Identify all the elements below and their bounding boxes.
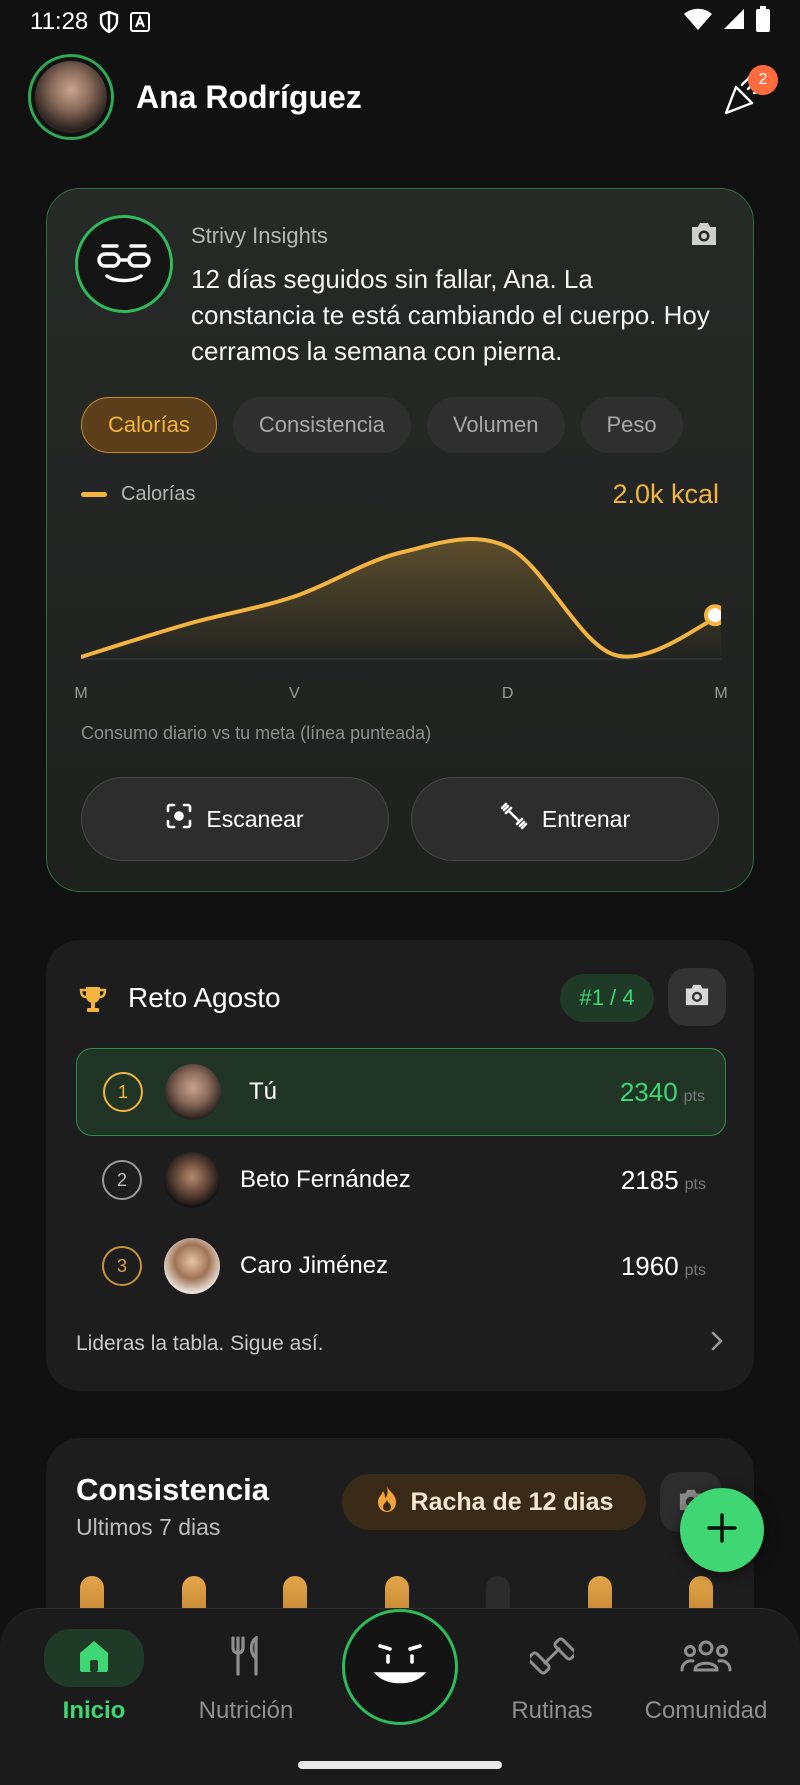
x-tick-label: V (288, 685, 300, 702)
challenge-card: Reto Agosto #1 / 4 1 Tú 2340 pts 2 Beto … (46, 940, 754, 1391)
nav-label: Nutrición (198, 1697, 294, 1724)
nav-item-inicio[interactable]: Inicio (24, 1629, 164, 1725)
x-tick-label: M (714, 685, 728, 702)
calories-value: 2.0k kcal (612, 479, 719, 509)
nav-icon-container (502, 1629, 602, 1687)
camera-icon[interactable] (689, 221, 719, 252)
insights-card: Strivy Insights 12 días seguidos sin fal… (46, 188, 754, 892)
rank-number: 3 (102, 1246, 142, 1286)
insight-source: Strivy Insights (191, 223, 328, 248)
points-unit: pts (683, 1087, 705, 1105)
nav-item-comunidad[interactable]: Comunidad (636, 1629, 776, 1725)
status-time: 11:28 (30, 8, 89, 35)
tab-calorias[interactable]: Calorías (81, 397, 217, 453)
chart-caption: Consumo diario vs tu meta (línea puntead… (81, 723, 432, 743)
avatar (165, 1064, 221, 1120)
leaderboard-message: Lideras la tabla. Sigue así. (76, 1332, 324, 1355)
x-tick-label: D (501, 685, 514, 702)
avatar (164, 1152, 220, 1208)
player-points: 1960 pts (621, 1251, 706, 1282)
add-button[interactable] (680, 1488, 764, 1572)
player-name: Caro Jiménez (240, 1252, 389, 1279)
chart-x-axis: MVDM (74, 685, 727, 709)
leaderboard-footer[interactable]: Lideras la tabla. Sigue así. (76, 1330, 724, 1358)
shield-icon (98, 10, 120, 34)
chart-area (81, 539, 721, 659)
consistency-title: Consistencia (76, 1472, 269, 1507)
robot-face-icon (93, 240, 155, 289)
streak-label: Racha de 12 dias (410, 1487, 614, 1516)
player-name: Beto Fernández (240, 1166, 411, 1193)
leaderboard-row-me[interactable]: 1 Tú 2340 pts (76, 1048, 726, 1136)
metric-tabs: Calorías Consistencia Volumen Peso (81, 397, 683, 453)
wifi-icon (684, 8, 712, 37)
nav-icon-container (44, 1629, 144, 1687)
font-icon (130, 12, 151, 32)
fork-knife-icon (228, 1634, 264, 1681)
celebrations-button[interactable]: 2 (716, 65, 778, 125)
streak-badge: Racha de 12 dias (342, 1474, 646, 1530)
scan-button[interactable]: Escanear (81, 777, 389, 861)
x-tick-label: M (74, 685, 88, 702)
tab-peso[interactable]: Peso (580, 397, 683, 453)
points-unit: pts (684, 1261, 706, 1279)
notification-badge: 2 (748, 65, 778, 95)
rank-badge: #1 / 4 (560, 974, 654, 1022)
nav-item-rutinas[interactable]: Rutinas (482, 1629, 622, 1725)
player-points: 2340 pts (620, 1077, 705, 1108)
scan-label: Escanear (206, 805, 304, 832)
points-value: 2340 (619, 1076, 678, 1107)
chevron-right-icon (710, 1330, 724, 1358)
nav-label: Rutinas (511, 1697, 593, 1724)
points-value: 2185 (620, 1164, 679, 1195)
leaderboard-row[interactable]: 3 Caro Jiménez 1960 pts (76, 1222, 726, 1310)
legend-label: Calorías (121, 483, 196, 505)
tab-volumen[interactable]: Volumen (426, 397, 565, 453)
player-points: 2185 pts (621, 1165, 706, 1196)
train-button[interactable]: Entrenar (411, 777, 719, 861)
calories-chart (81, 537, 721, 660)
challenge-title: Reto Agosto (128, 982, 281, 1013)
legend-swatch (81, 492, 107, 497)
status-bar: 11:28 (0, 0, 800, 44)
chart-legend: Calorías (81, 483, 195, 506)
flame-icon (375, 1485, 399, 1520)
points-value: 1960 (620, 1250, 679, 1281)
tab-consistencia[interactable]: Consistencia (232, 397, 411, 453)
rank-number: 1 (103, 1072, 143, 1112)
train-label: Entrenar (541, 805, 631, 832)
nav-item-nutricion[interactable]: Nutrición (176, 1629, 316, 1725)
battery-icon (756, 5, 770, 39)
nav-label: Inicio (62, 1697, 126, 1724)
rank-number: 2 (102, 1160, 142, 1200)
signal-icon (722, 7, 746, 38)
points-unit: pts (684, 1175, 706, 1193)
leaderboard-row[interactable]: 2 Beto Fernández 2185 pts (76, 1136, 726, 1224)
home-indicator[interactable] (298, 1761, 502, 1769)
user-name: Ana Rodríguez (136, 78, 362, 115)
plus-icon (706, 1512, 738, 1549)
avatar (164, 1238, 220, 1294)
nav-icon-container (196, 1629, 296, 1687)
dumbbell-icon (527, 1634, 577, 1683)
chart-end-point[interactable] (704, 604, 721, 627)
consistency-subtitle: Ultimos 7 dias (76, 1514, 221, 1540)
bot-avatar (75, 215, 173, 313)
home-icon (75, 1637, 113, 1680)
bottom-navigation: Inicio Nutrición Rutinas Comunidad (0, 1608, 800, 1785)
people-icon (680, 1639, 732, 1678)
profile-header: Ana Rodríguez 2 (28, 54, 778, 140)
trophy-icon (78, 984, 108, 1019)
robot-face-icon (372, 1640, 428, 1695)
nav-label: Comunidad (644, 1697, 768, 1724)
insight-message: 12 días seguidos sin fallar, Ana. La con… (191, 264, 710, 366)
user-avatar[interactable] (28, 54, 114, 140)
scan-icon (166, 803, 192, 835)
challenge-camera-button[interactable] (668, 968, 726, 1026)
assistant-button[interactable] (342, 1609, 458, 1725)
dumbbell-icon (500, 802, 528, 836)
nav-icon-container (656, 1629, 756, 1687)
camera-icon (683, 983, 711, 1012)
player-name: Tú (249, 1078, 278, 1105)
